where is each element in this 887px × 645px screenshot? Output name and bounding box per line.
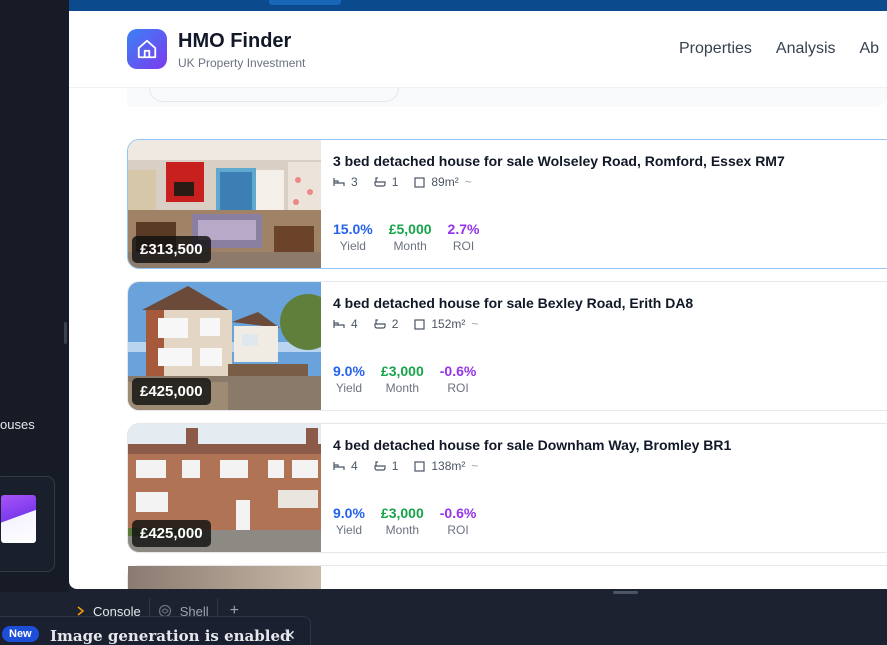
nav-about[interactable]: Ab (860, 40, 880, 58)
bath-icon (374, 318, 386, 330)
roi-label: ROI (447, 523, 469, 537)
bed-icon (333, 460, 345, 472)
yield-label: Yield (335, 523, 363, 537)
roi-label: ROI (452, 239, 475, 253)
month-metric: £3,000 Month (381, 505, 424, 537)
month-metric: £5,000 Month (389, 221, 432, 253)
app-preview: HMO Finder UK Property Investment Proper… (69, 11, 887, 589)
thumbnail-image (1, 495, 36, 543)
yield-value: 9.0% (333, 363, 365, 379)
yield-value: 15.0% (333, 221, 373, 237)
month-label: Month (385, 381, 420, 395)
bath-count: 1 (391, 459, 399, 473)
roi-metric: -0.6% ROI (440, 505, 477, 537)
bed-icon (333, 176, 345, 188)
listing-card[interactable]: £425,000 4 bed detached house for sale D… (127, 423, 887, 553)
toast-message: Image generation is enabled (50, 627, 291, 645)
bed-icon (333, 318, 345, 330)
month-metric: £3,000 Month (381, 363, 424, 395)
bath-icon (374, 176, 386, 188)
approx-marker: ~ (471, 459, 479, 473)
floor-area: 138m² (431, 459, 466, 473)
preview-thumbnail[interactable] (0, 476, 55, 572)
roi-value: -0.6% (439, 505, 477, 521)
property-photo: £313,500 (128, 140, 321, 268)
roi-value: -0.6% (439, 363, 477, 379)
listing-specs: 4 1 138m² ~ (333, 459, 478, 473)
listing-specs: 4 2 152m² ~ (333, 317, 478, 331)
listing-metrics: 9.0% Yield £3,000 Month -0.6% ROI (333, 363, 476, 395)
property-photo (128, 566, 321, 589)
preview-tab-indicator (269, 0, 341, 5)
bath-icon (374, 460, 386, 472)
square-icon (414, 318, 425, 330)
yield-metric: 15.0% Yield (333, 221, 373, 253)
nav-properties[interactable]: Properties (679, 40, 752, 58)
main-nav: Properties Analysis Ab (679, 40, 879, 58)
sidebar-partial-text: ouses (0, 417, 35, 432)
bed-count: 4 (351, 317, 358, 331)
listing-card[interactable] (127, 565, 887, 589)
month-value: £3,000 (380, 363, 424, 379)
listing-specs: 3 1 89m² ~ (333, 175, 472, 189)
roi-metric: -0.6% ROI (440, 363, 477, 395)
brand-tagline: UK Property Investment (178, 56, 306, 70)
site-header: HMO Finder UK Property Investment Proper… (69, 11, 887, 88)
close-icon[interactable]: ✕ (284, 627, 296, 644)
search-input[interactable] (149, 88, 399, 102)
notification-toast: New Image generation is enabled ✕ (0, 616, 311, 645)
listing-metrics: 15.0% Yield £5,000 Month 2.7% ROI (333, 221, 479, 253)
scrollbar-thumb[interactable] (613, 591, 638, 594)
price-badge: £425,000 (132, 520, 211, 547)
floor-area: 152m² (431, 317, 466, 331)
square-icon (414, 176, 425, 188)
square-icon (414, 460, 425, 472)
property-photo: £425,000 (128, 424, 321, 552)
approx-marker: ~ (471, 317, 479, 331)
listing-card[interactable]: £425,000 4 bed detached house for sale B… (127, 281, 887, 411)
yield-value: 9.0% (333, 505, 365, 521)
approx-marker: ~ (464, 175, 472, 189)
yield-metric: 9.0% Yield (333, 505, 365, 537)
listing-metrics: 9.0% Yield £3,000 Month -0.6% ROI (333, 505, 476, 537)
month-label: Month (393, 239, 427, 253)
bed-count: 4 (351, 459, 358, 473)
listing-title[interactable]: 4 bed detached house for sale Downham Wa… (333, 437, 731, 453)
month-value: £5,000 (388, 221, 432, 237)
home-icon (137, 39, 157, 59)
new-badge: New (2, 626, 39, 642)
yield-label: Yield (339, 239, 366, 253)
roi-label: ROI (447, 381, 469, 395)
resize-handle[interactable] (64, 322, 67, 344)
bath-count: 2 (391, 317, 399, 331)
yield-metric: 9.0% Yield (333, 363, 365, 395)
yield-label: Yield (335, 381, 363, 395)
nav-analysis[interactable]: Analysis (776, 40, 836, 58)
preview-topbar (69, 0, 887, 11)
floor-area: 89m² (431, 175, 459, 189)
listing-title[interactable]: 4 bed detached house for sale Bexley Roa… (333, 295, 693, 311)
listing-title[interactable]: 3 bed detached house for sale Wolseley R… (333, 153, 785, 169)
bath-count: 1 (391, 175, 399, 189)
price-badge: £313,500 (132, 236, 211, 263)
price-badge: £425,000 (132, 378, 211, 405)
month-value: £3,000 (380, 505, 424, 521)
listing-card[interactable]: £313,500 3 bed detached house for sale W… (127, 139, 887, 269)
chevron-right-icon (77, 606, 85, 616)
roi-metric: 2.7% ROI (448, 221, 480, 253)
month-label: Month (385, 523, 420, 537)
bed-count: 3 (351, 175, 358, 189)
property-photo: £425,000 (128, 282, 321, 410)
roi-value: 2.7% (447, 221, 480, 237)
logo[interactable] (127, 29, 167, 69)
brand-name[interactable]: HMO Finder (178, 30, 291, 53)
